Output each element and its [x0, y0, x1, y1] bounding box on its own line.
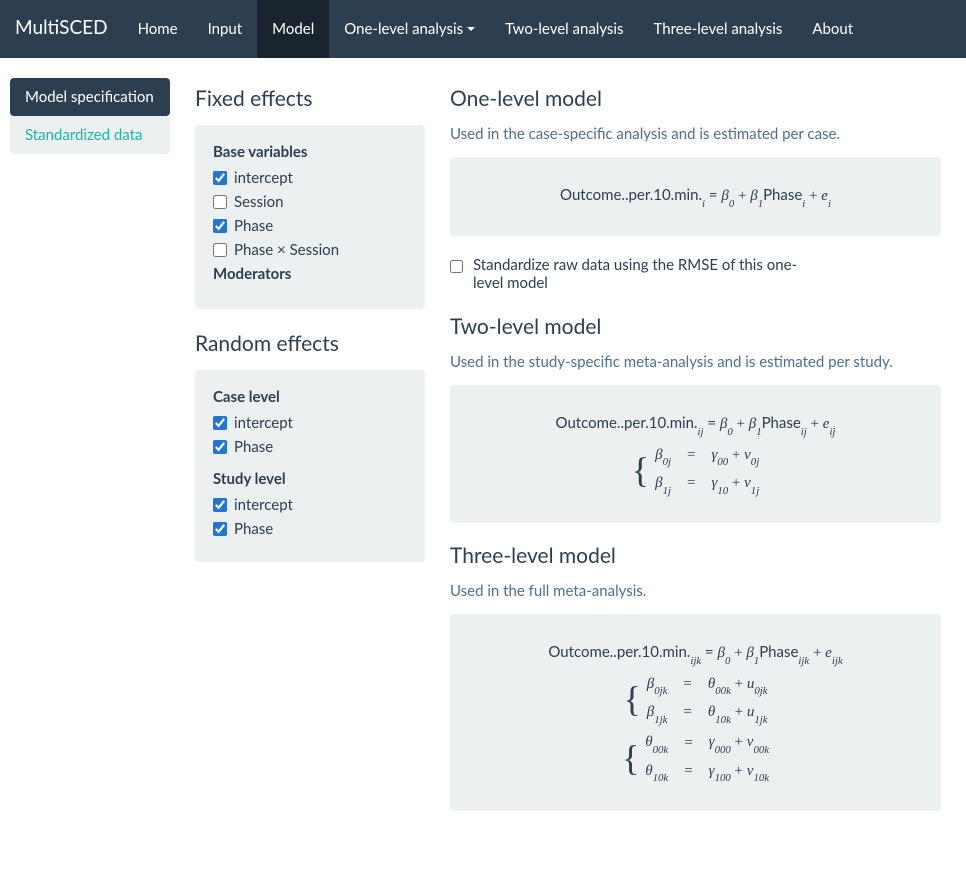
two-level-equation: Outcome..per.10.min.ij = β0 + β1Phaseij … — [450, 385, 941, 523]
models-column: One-level model Used in the case-specifi… — [435, 78, 956, 831]
nav-about-label: About — [812, 20, 853, 38]
eq-outcome: Outcome..per.10.min. — [556, 414, 698, 432]
random-case-phase-label: Phase — [234, 438, 273, 456]
random-case-intercept-row[interactable]: intercept — [213, 414, 407, 432]
nav-input-label: Input — [208, 20, 243, 38]
sidebar-item-std-data[interactable]: Standardized data — [10, 116, 170, 154]
three-level-title: Three-level model — [450, 543, 941, 568]
nav-two-level[interactable]: Two-level analysis — [490, 0, 638, 58]
fixed-phase-checkbox[interactable] — [213, 219, 227, 233]
fixed-effects-well: Base variables intercept Session Phase P… — [195, 125, 425, 309]
nav-home-label: Home — [138, 20, 178, 38]
eq-phase: Phase — [762, 414, 801, 432]
nav-three-level[interactable]: Three-level analysis — [639, 0, 798, 58]
two-level-desc: Used in the study-specific meta-analysis… — [450, 353, 941, 371]
eq-outcome: Outcome..per.10.min. — [560, 186, 702, 204]
fixed-phase-session-row[interactable]: Phase × Session — [213, 241, 407, 259]
random-study-intercept-row[interactable]: intercept — [213, 496, 407, 514]
nav-about[interactable]: About — [797, 0, 868, 58]
moderators-label: Moderators — [213, 265, 407, 283]
sidebar-item-model-spec[interactable]: Model specification — [10, 78, 170, 116]
main-container: Model specification Standardized data Fi… — [0, 58, 966, 871]
one-level-desc: Used in the case-specific analysis and i… — [450, 125, 941, 143]
nav-input[interactable]: Input — [193, 0, 258, 58]
fixed-phase-session-label: Phase × Session — [234, 241, 339, 259]
fixed-intercept-checkbox[interactable] — [213, 171, 227, 185]
fixed-session-checkbox[interactable] — [213, 195, 227, 209]
fixed-session-label: Session — [234, 193, 283, 211]
nav-model[interactable]: Model — [257, 0, 329, 58]
random-effects-well: Case level intercept Phase Study level i… — [195, 370, 425, 562]
random-study-phase-checkbox[interactable] — [213, 522, 227, 536]
chevron-down-icon — [467, 27, 475, 31]
sidebar-pills: Model specification Standardized data — [10, 78, 170, 154]
fixed-phase-label: Phase — [234, 217, 273, 235]
three-level-desc: Used in the full meta-analysis. — [450, 582, 941, 600]
fixed-phase-session-checkbox[interactable] — [213, 243, 227, 257]
standardize-label: Standardize raw data using the RMSE of t… — [473, 256, 803, 292]
fixed-session-row[interactable]: Session — [213, 193, 407, 211]
nav-two-level-label: Two-level analysis — [505, 20, 623, 38]
one-level-equation: Outcome..per.10.min.i = β0 + β1Phasei + … — [450, 157, 941, 236]
random-case-intercept-checkbox[interactable] — [213, 416, 227, 430]
random-study-intercept-label: intercept — [234, 496, 293, 514]
nav-model-label: Model — [272, 20, 314, 38]
random-effects-title: Random effects — [195, 331, 425, 356]
fixed-intercept-row[interactable]: intercept — [213, 169, 407, 187]
one-level-title: One-level model — [450, 86, 941, 111]
fixed-phase-row[interactable]: Phase — [213, 217, 407, 235]
sidebar: Model specification Standardized data — [10, 78, 185, 831]
nav-home[interactable]: Home — [123, 0, 193, 58]
fixed-effects-title: Fixed effects — [195, 86, 425, 111]
sidebar-item-label: Standardized data — [25, 126, 142, 144]
brand: MultiSCED — [0, 0, 123, 58]
sidebar-item-label: Model specification — [25, 88, 154, 106]
fixed-intercept-label: intercept — [234, 169, 293, 187]
random-case-phase-row[interactable]: Phase — [213, 438, 407, 456]
nav-one-level-label: One-level analysis — [344, 20, 463, 38]
case-level-label: Case level — [213, 388, 407, 406]
standardize-checkbox[interactable] — [450, 260, 463, 273]
random-case-intercept-label: intercept — [234, 414, 293, 432]
effects-column: Fixed effects Base variables intercept S… — [185, 78, 435, 831]
base-variables-label: Base variables — [213, 143, 407, 161]
nav-list: Home Input Model One-level analysis Two-… — [123, 0, 869, 58]
eq-phase: Phase — [763, 186, 802, 204]
two-level-title: Two-level model — [450, 314, 941, 339]
navbar: MultiSCED Home Input Model One-level ana… — [0, 0, 966, 58]
random-study-intercept-checkbox[interactable] — [213, 498, 227, 512]
nav-one-level[interactable]: One-level analysis — [329, 0, 490, 58]
study-level-label: Study level — [213, 470, 407, 488]
random-case-phase-checkbox[interactable] — [213, 440, 227, 454]
random-study-phase-row[interactable]: Phase — [213, 520, 407, 538]
random-study-phase-label: Phase — [234, 520, 273, 538]
eq-outcome: Outcome..per.10.min. — [548, 643, 690, 661]
standardize-row[interactable]: Standardize raw data using the RMSE of t… — [450, 256, 941, 292]
nav-three-level-label: Three-level analysis — [654, 20, 783, 38]
eq-phase: Phase — [759, 643, 798, 661]
